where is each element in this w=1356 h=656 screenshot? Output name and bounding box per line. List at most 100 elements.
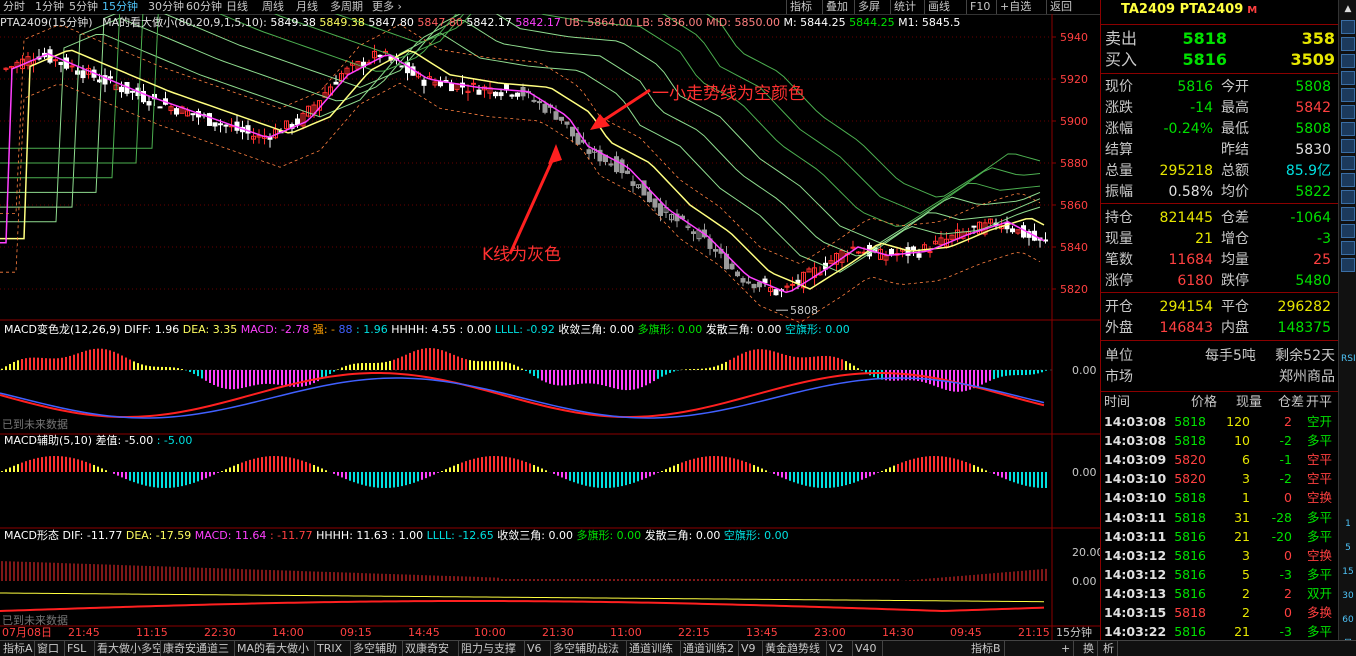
tick-cell: -1	[1279, 452, 1292, 468]
toolbar-button[interactable]: 指标	[786, 0, 815, 14]
candle-body	[691, 231, 696, 234]
tick-cell: 多平	[1306, 509, 1332, 525]
toolbar-button[interactable]: 返回	[1046, 0, 1075, 14]
indicator-tab[interactable]: 指标A	[0, 641, 35, 656]
scroll-up-icon[interactable]: ▲	[1341, 2, 1355, 16]
macd3-kongqi: 空旗形: 0.00	[723, 529, 789, 542]
tool-icon[interactable]	[1341, 156, 1355, 170]
ticks-header-cell: 时间	[1104, 395, 1131, 410]
tick-cell: 5	[1242, 566, 1250, 582]
tool-icon[interactable]	[1341, 37, 1355, 51]
tool-icon[interactable]	[1341, 258, 1355, 272]
indicator-tab[interactable]: 康奇安通道三	[160, 641, 235, 656]
quote-value: 5822	[1295, 184, 1331, 200]
indicator-tab[interactable]: TRIX	[314, 641, 351, 656]
tool-icon[interactable]	[1341, 224, 1355, 238]
tool-icon[interactable]	[1341, 54, 1355, 68]
toolbar-button[interactable]: F10	[966, 0, 993, 14]
indicator-tab[interactable]: 黄金趋势线	[762, 641, 827, 656]
time-axis-label: 14:45	[408, 626, 440, 639]
time-axis-label: 21:30	[542, 626, 574, 639]
period-tab[interactable]: 更多 ›	[372, 0, 402, 14]
period-tab[interactable]: 15分钟	[102, 0, 138, 14]
candle-body	[119, 86, 124, 93]
ma-label: MA的看大做小(80,20,9,1,5,10):	[102, 16, 267, 29]
indicator-tab[interactable]: V6	[524, 641, 551, 656]
price-tick-label: 5820	[1060, 283, 1088, 296]
time-axis-label: 21:15	[1018, 626, 1050, 639]
indicator-tab[interactable]: 看大做小多空K	[94, 641, 161, 656]
toolbar-button[interactable]: 叠加	[822, 0, 851, 14]
macd1-duoqi: 多旗形: 0.00	[637, 323, 703, 336]
tool-icon[interactable]	[1341, 88, 1355, 102]
macd1-diff-line	[0, 372, 1045, 419]
period-tab[interactable]: 5分钟	[69, 0, 98, 14]
period-shortcut[interactable]: 60	[1341, 613, 1355, 627]
tool-icon[interactable]	[1341, 71, 1355, 85]
right-scrollbar[interactable]: ▲RSI15153060日	[1338, 0, 1356, 649]
period-tab[interactable]: 多周期	[330, 0, 363, 14]
tick-cell: 5818	[1174, 490, 1206, 506]
quote-value: 5808	[1295, 79, 1331, 95]
period-tab[interactable]: 30分钟	[148, 0, 184, 14]
annotation-trend-line: 一小走势线为空颜色	[652, 84, 805, 104]
separator	[1101, 203, 1339, 204]
indicator-tab[interactable]: MA的看大做小	[234, 641, 315, 656]
tick-cell: 14:03:15	[1104, 605, 1167, 620]
tool-icon[interactable]	[1341, 207, 1355, 221]
quote-row: 现价 5816 今开 5808	[1105, 77, 1335, 98]
bottom-right-button[interactable]: 指标B	[968, 641, 1005, 656]
price-tick-label: 5900	[1060, 115, 1088, 128]
indicator-tab[interactable]: 阻力与支撑	[458, 641, 525, 656]
ma-ribbon-line	[0, 14, 1041, 244]
indicator-tab[interactable]: 多空辅助战法	[550, 641, 627, 656]
tool-icon[interactable]	[1341, 173, 1355, 187]
period-tab[interactable]: 周线	[262, 0, 284, 14]
period-tab[interactable]: 1分钟	[35, 0, 64, 14]
toolbar-button[interactable]: 多屏	[854, 0, 883, 14]
tool-icon[interactable]	[1341, 241, 1355, 255]
tool-icon[interactable]	[1341, 190, 1355, 204]
indicator-tab[interactable]: 窗口	[34, 641, 65, 656]
period-tab[interactable]: 60分钟	[186, 0, 222, 14]
period-shortcut[interactable]: RSI	[1341, 352, 1356, 366]
period-shortcut[interactable]: 1	[1341, 517, 1355, 531]
tick-cell: 0	[1284, 547, 1292, 563]
indicator-tab[interactable]: 通道训练	[626, 641, 681, 656]
indicator-tab[interactable]: FSL	[64, 641, 95, 656]
tick-cell: 5816	[1174, 624, 1206, 640]
quote-row: 振幅 0.58% 均价 5822	[1105, 182, 1335, 203]
indicator-tab[interactable]: V40	[852, 641, 883, 656]
quote-value: 0.58%	[1168, 184, 1213, 200]
indicator-tab[interactable]: 双康奇安	[402, 641, 459, 656]
toolbar-button[interactable]: +自选	[996, 0, 1034, 14]
tick-cell: 5816	[1174, 547, 1206, 563]
period-shortcut[interactable]: 15	[1341, 565, 1355, 579]
tool-icon[interactable]	[1341, 20, 1355, 34]
quote-label: 平仓	[1221, 299, 1249, 315]
period-shortcut[interactable]: 30	[1341, 589, 1355, 603]
indicator-tab[interactable]: 多空辅助	[350, 641, 403, 656]
period-tab[interactable]: 月线	[296, 0, 318, 14]
indicator-tab[interactable]: 通道训练2	[680, 641, 739, 656]
toolbar-button[interactable]: 统计	[890, 0, 919, 14]
quote-value: -14	[1190, 100, 1213, 116]
bottom-right-button[interactable]: +	[1058, 641, 1075, 656]
tool-icon[interactable]	[1341, 139, 1355, 153]
period-tab[interactable]: 日线	[226, 0, 248, 14]
candle-body	[619, 159, 625, 174]
toolbar-button[interactable]: 画线	[924, 0, 953, 14]
quote-label: 增仓	[1221, 231, 1249, 247]
period-shortcut[interactable]: 5	[1341, 541, 1355, 555]
indicator-tab[interactable]: V2	[826, 641, 853, 656]
candle-body	[911, 246, 916, 251]
tick-cell: 0	[1284, 605, 1292, 620]
candle-body	[333, 81, 339, 85]
quote-value: 148375	[1277, 320, 1331, 336]
bottom-right-button[interactable]: 析	[1100, 641, 1118, 656]
period-tab[interactable]: 分时	[3, 0, 25, 14]
tool-icon[interactable]	[1341, 105, 1355, 119]
bottom-right-button[interactable]: 换	[1080, 641, 1098, 656]
tool-icon[interactable]	[1341, 122, 1355, 136]
indicator-tab[interactable]: V9	[738, 641, 763, 656]
